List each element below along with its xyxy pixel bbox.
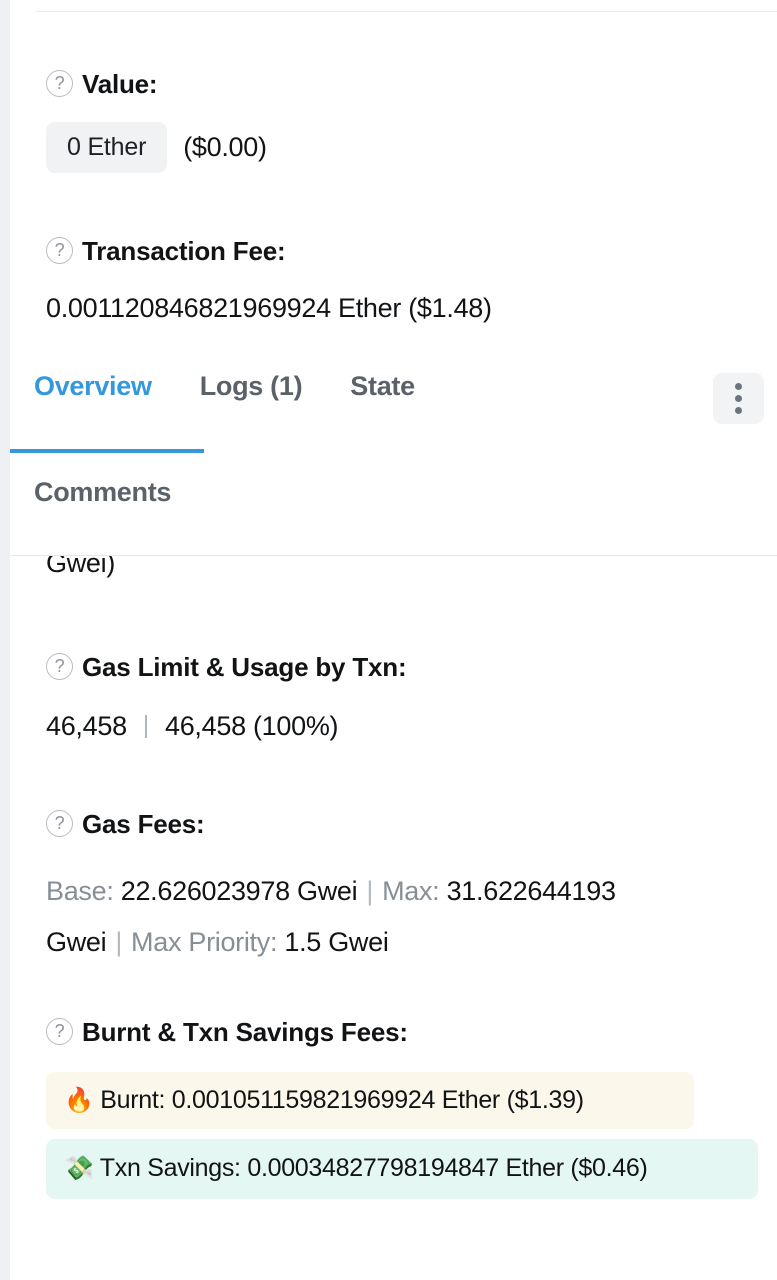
kebab-dot [735,407,742,414]
txn-savings-pill: 💸 Txn Savings: 0.00034827798194847 Ether… [46,1139,758,1199]
gas-fees-base-label: Base: [46,876,114,906]
gas-fees-value-row: Base: 22.626023978 Gwei|Max: 31.62264419… [46,866,758,968]
burnt-fee-text: Burnt: 0.001051159821969924 Ether ($1.39… [100,1086,583,1114]
gas-usage-amount: 46,458 (100%) [165,708,338,744]
fire-icon: 🔥 [64,1086,94,1114]
value-field-label: ? Value: [46,70,157,97]
active-tab-underline [10,449,204,453]
transaction-details-page: ? Value: 0 Ether ($0.00) ? Transaction F… [0,0,777,1280]
kebab-dot [735,383,742,390]
tab-logs[interactable]: Logs (1) [176,373,327,400]
value-label-text: Value: [82,71,157,97]
value-field-row: 0 Ether ($0.00) [46,122,267,173]
tab-overview[interactable]: Overview [10,373,176,400]
gas-fees-separator-2: | [106,927,131,957]
gas-fees-separator-1: | [357,876,382,906]
burnt-savings-label-text: Burnt & Txn Savings Fees: [82,1019,408,1045]
transaction-details-card: ? Value: 0 Ether ($0.00) ? Transaction F… [10,0,777,1280]
gas-limit-value-row: 46,458 | 46,458 (100%) [46,708,338,744]
kebab-dot [735,395,742,402]
gas-fees-base-value: 22.626023978 Gwei [121,876,358,906]
tab-comments[interactable]: Comments [10,479,195,506]
tab-row-secondary: Comments [10,479,195,506]
gas-limit-separator: | [143,709,149,743]
tab-row-primary: Overview Logs (1) State [10,373,439,400]
top-divider [36,11,777,12]
help-icon[interactable]: ? [46,1018,73,1045]
gas-fees-field-label: ? Gas Fees: [46,810,205,837]
gas-limit-field-label: ? Gas Limit & Usage by Txn: [46,653,406,680]
txn-savings-text: Txn Savings: 0.00034827798194847 Ether (… [100,1154,648,1182]
transaction-fee-label-text: Transaction Fee: [82,238,285,264]
gas-limit-label-text: Gas Limit & Usage by Txn: [82,654,406,680]
transaction-fee-value: 0.001120846821969924 Ether ($1.48) [46,290,492,326]
tab-strip: Overview Logs (1) State Comments [10,357,777,556]
help-icon[interactable]: ? [46,237,73,264]
transaction-fee-field-label: ? Transaction Fee: [46,237,285,264]
gas-fees-max-priority-value: 1.5 Gwei [284,927,388,957]
value-usd-text: ($0.00) [183,132,266,163]
value-ether-badge: 0 Ether [46,122,167,173]
burnt-savings-field-label: ? Burnt & Txn Savings Fees: [46,1018,408,1045]
tab-state[interactable]: State [326,373,439,400]
help-icon[interactable]: ? [46,70,73,97]
gas-limit-amount: 46,458 [46,708,127,744]
help-icon[interactable]: ? [46,653,73,680]
kebab-menu-icon[interactable] [713,373,764,424]
help-icon[interactable]: ? [46,810,73,837]
money-with-wings-icon: 💸 [64,1154,94,1182]
gas-fees-max-priority-label: Max Priority: [131,927,277,957]
gas-fees-max-label: Max: [382,876,439,906]
burnt-fee-pill: 🔥 Burnt: 0.001051159821969924 Ether ($1.… [46,1072,694,1129]
gas-fees-label-text: Gas Fees: [82,811,205,837]
